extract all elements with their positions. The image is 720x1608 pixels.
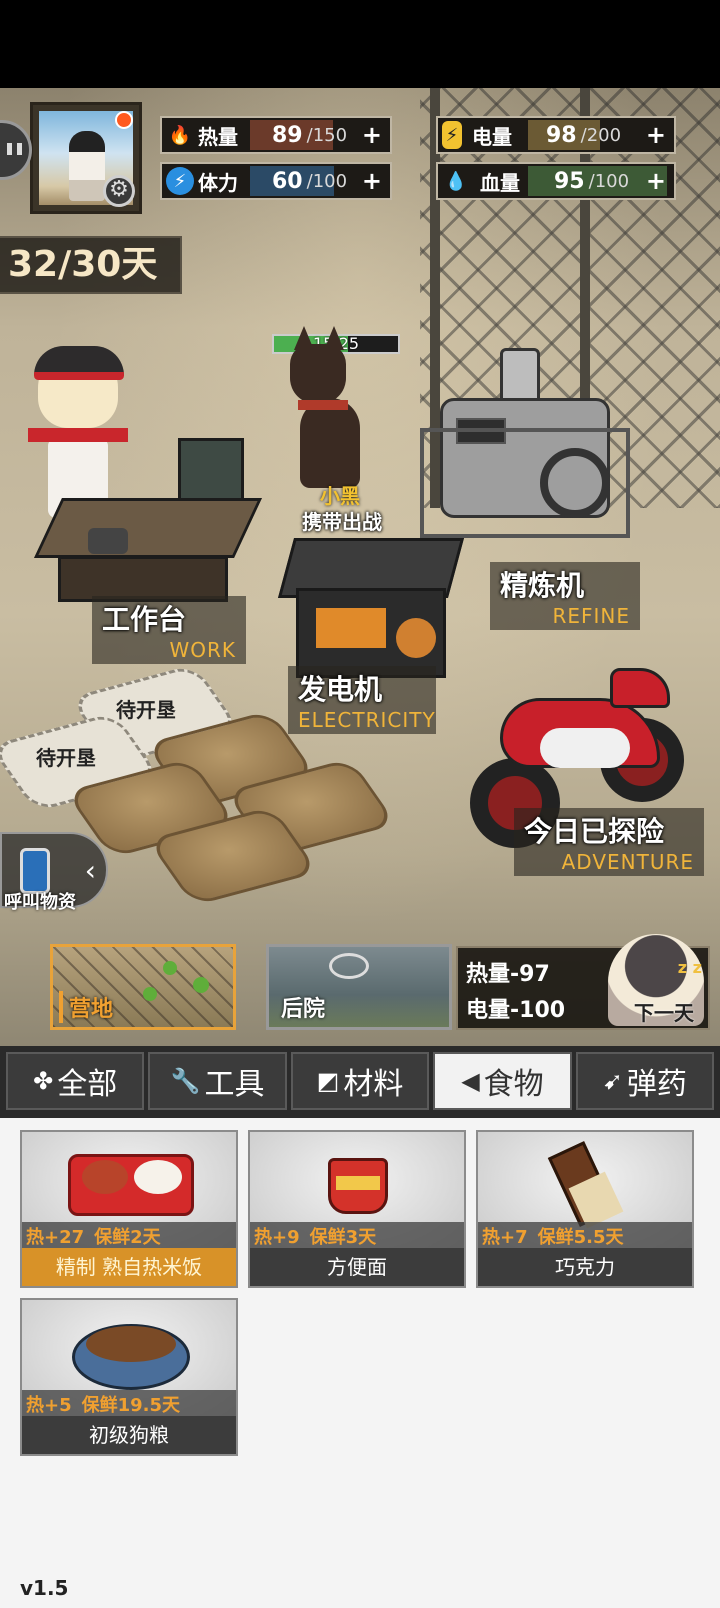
refinery-subtitle: REFINE <box>552 604 630 628</box>
category-tabs: ✤ 全部 🔧 工具 ◩ 材料 ◀ 食物 ➹ 弹药 <box>0 1046 720 1118</box>
generator-machine[interactable] <box>277 528 466 688</box>
locked-plot-label: 待开垦 <box>36 746 96 770</box>
adventure-title: 今日已探险 <box>524 815 665 848</box>
heat-value: 89 <box>272 122 303 148</box>
next-day-heat-cost: 热量-97 <box>466 962 550 987</box>
item-name: 初级狗粮 <box>22 1416 236 1454</box>
dog-name: 小黑 <box>320 484 360 508</box>
tab-materials-label: 材料 <box>343 1067 404 1102</box>
health-label: 血量 <box>480 170 520 195</box>
flame-icon: 🔥 <box>168 124 192 146</box>
generator-title: 发电机 <box>298 673 383 706</box>
refinery-machine[interactable] <box>420 348 640 558</box>
tab-tools[interactable]: 🔧 工具 <box>148 1052 287 1110</box>
refinery-title: 精炼机 <box>500 569 585 602</box>
inventory-grid: 热+27 保鲜2天 精制 熟自热米饭 热+9 保鲜3天 方便面 热+7 保鲜5.5天 … <box>0 1118 720 1608</box>
item-fresh: 保鲜3天 <box>309 1227 377 1248</box>
tab-tools-label: 工具 <box>204 1067 265 1102</box>
stamina-max: /100 <box>306 170 348 192</box>
generator-label[interactable]: 发电机 ELECTRICITY <box>288 666 436 734</box>
workbench-title: 工作台 <box>102 603 187 636</box>
lightning-icon: ⚡ <box>166 167 194 195</box>
workbench-label[interactable]: 工作台 WORK <box>92 596 246 664</box>
wrench-icon: 🔧 <box>170 1067 201 1095</box>
tab-materials[interactable]: ◩ 材料 <box>290 1052 430 1110</box>
sleep-icon: z z <box>677 958 702 977</box>
power-max: /200 <box>580 124 622 146</box>
item-stats: 热+5 保鲜19.5天 <box>22 1390 236 1418</box>
health-max: /100 <box>588 170 630 192</box>
stamina-label: 体力 <box>198 170 238 195</box>
camp-scene: ⚙ 🔥 热量 89 /150 + ⚡ 体力 60 /100 + ⚡ 电量 98 … <box>0 88 720 1046</box>
side-menu-handle[interactable] <box>0 120 32 180</box>
workbench[interactable] <box>34 438 262 608</box>
stamina-stat: ⚡ 体力 60 /100 + <box>160 162 392 200</box>
drop-plus-icon: 💧 <box>444 170 468 192</box>
food-icon: ◀ <box>461 1067 480 1095</box>
material-icon: ◩ <box>316 1067 340 1095</box>
health-stat: 💧 血量 95 /100 + <box>436 162 676 200</box>
inventory-item[interactable]: 热+7 保鲜5.5天 巧克力 <box>476 1130 694 1288</box>
tab-food-label: 食物 <box>483 1067 544 1102</box>
location-backyard[interactable]: 后院 <box>266 944 452 1030</box>
tab-all-label: 全部 <box>57 1067 118 1102</box>
locked-plot-label: 待开垦 <box>116 698 176 722</box>
tab-food[interactable]: ◀ 食物 <box>433 1052 572 1110</box>
stamina-add-button[interactable]: + <box>362 167 382 195</box>
inventory-item[interactable]: 热+5 保鲜19.5天 初级狗粮 <box>20 1298 238 1456</box>
status-bar <box>0 0 720 88</box>
tab-all[interactable]: ✤ 全部 <box>6 1052 145 1110</box>
inventory-item[interactable]: 热+27 保鲜2天 精制 熟自热米饭 <box>20 1130 238 1288</box>
item-stats: 热+9 保鲜3天 <box>250 1222 464 1250</box>
bullet-icon: ➹ <box>602 1067 623 1095</box>
item-stats: 热+7 保鲜5.5天 <box>478 1222 692 1250</box>
power-value: 98 <box>546 122 577 148</box>
item-stats: 热+27 保鲜2天 <box>22 1222 236 1250</box>
location-camp[interactable]: 营地 <box>50 944 236 1030</box>
tab-ammo[interactable]: ➹ 弹药 <box>575 1052 715 1110</box>
power-add-button[interactable]: + <box>646 121 666 149</box>
item-fresh: 保鲜2天 <box>94 1227 161 1248</box>
version-label: v1.5 <box>20 1576 69 1600</box>
next-day-button[interactable]: 热量-97 电量-100 z z 下一天 <box>456 934 710 1030</box>
workbench-subtitle: WORK <box>169 638 236 662</box>
heat-add-button[interactable]: + <box>362 121 382 149</box>
gear-icon[interactable]: ⚙ <box>103 175 135 207</box>
power-stat: ⚡ 电量 98 /200 + <box>436 116 676 154</box>
health-value: 95 <box>554 168 585 194</box>
location-backyard-label: 后院 <box>281 997 326 1022</box>
refinery-label[interactable]: 精炼机 REFINE <box>490 562 640 630</box>
location-camp-label: 营地 <box>59 991 119 1023</box>
call-supplies-label: 呼叫物资 <box>4 892 76 913</box>
heat-max: /150 <box>306 124 348 146</box>
tab-ammo-label: 弹药 <box>626 1067 687 1102</box>
inventory-item[interactable]: 热+9 保鲜3天 方便面 <box>248 1130 466 1288</box>
item-fresh: 保鲜19.5天 <box>81 1395 181 1416</box>
item-heat: 热+5 <box>26 1395 72 1416</box>
day-counter: 32/30天 <box>0 236 182 294</box>
heat-stat: 🔥 热量 89 /150 + <box>160 116 392 154</box>
adventure-subtitle: ADVENTURE <box>561 850 694 874</box>
chevron-left-icon: ‹ <box>84 854 96 887</box>
item-heat: 热+9 <box>254 1227 300 1248</box>
notification-dot <box>115 111 133 129</box>
next-day-power-cost: 电量-100 <box>466 998 566 1023</box>
item-heat: 热+27 <box>26 1227 85 1248</box>
item-name: 精制 熟自热米饭 <box>22 1248 236 1286</box>
dog-companion[interactable] <box>280 318 390 498</box>
item-fresh: 保鲜5.5天 <box>537 1227 624 1248</box>
item-name: 方便面 <box>250 1248 464 1286</box>
power-label: 电量 <box>472 124 512 149</box>
adventure-label[interactable]: 今日已探险 ADVENTURE <box>514 808 704 876</box>
next-day-label: 下一天 <box>634 1001 694 1025</box>
player-avatar[interactable]: ⚙ <box>30 102 142 214</box>
health-add-button[interactable]: + <box>646 167 666 195</box>
stamina-value: 60 <box>272 168 303 194</box>
battery-icon: ⚡ <box>442 121 462 149</box>
item-name: 巧克力 <box>478 1248 692 1286</box>
clover-icon: ✤ <box>33 1067 54 1095</box>
heat-label: 热量 <box>198 124 238 149</box>
item-heat: 热+7 <box>482 1227 528 1248</box>
generator-subtitle: ELECTRICITY <box>298 708 436 732</box>
